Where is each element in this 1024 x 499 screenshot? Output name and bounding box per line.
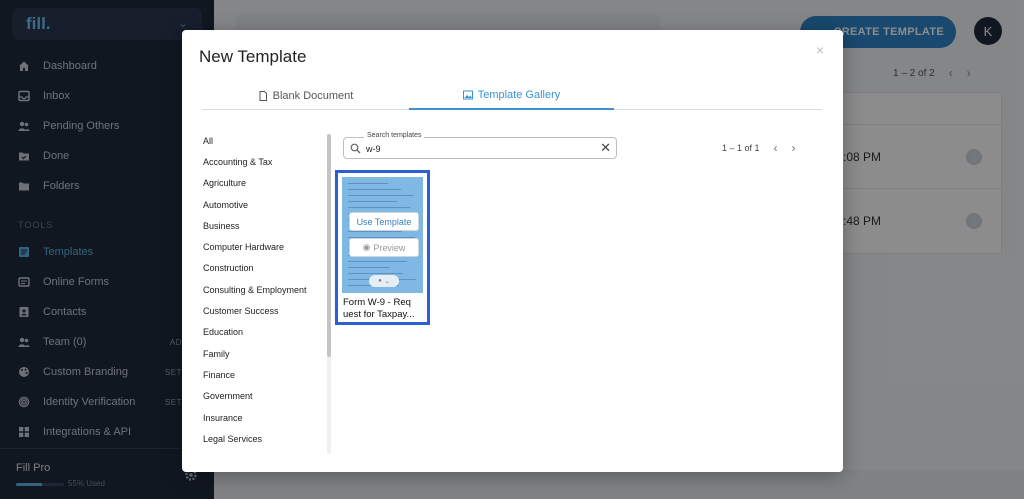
category-item[interactable]: Education (203, 322, 323, 343)
document-line (348, 273, 403, 274)
search-icon (350, 143, 361, 154)
document-line (348, 231, 402, 232)
preview-button[interactable]: ◉ Preview (349, 238, 419, 257)
use-template-button[interactable]: Use Template (349, 212, 419, 231)
chevron-down-icon: ⌄ (384, 278, 390, 285)
chevron-right-icon[interactable]: › (792, 141, 796, 155)
category-item[interactable]: Finance (203, 364, 323, 385)
category-item[interactable]: Government (203, 386, 323, 407)
document-line (348, 195, 414, 196)
clear-search-icon[interactable]: ✕ (600, 141, 611, 155)
category-item[interactable]: Customer Success (203, 300, 323, 321)
category-item[interactable]: Accounting & Tax (203, 151, 323, 172)
document-line (348, 267, 390, 268)
tab-bar: Blank Document Template Gallery (202, 82, 822, 110)
category-item[interactable]: All (203, 130, 323, 151)
new-template-dialog: New Template × Blank Document Template G… (182, 30, 843, 472)
category-scrollbar[interactable] (327, 134, 331, 454)
preview-label: Preview (373, 242, 406, 253)
template-name: Form W-9 - Req uest for Taxpay... (343, 297, 427, 321)
chevron-left-icon[interactable]: ‹ (774, 141, 778, 155)
document-line (348, 201, 397, 202)
tab-label: Template Gallery (477, 89, 561, 101)
document-line (348, 183, 388, 184)
owner-badge[interactable]: ● ⌄ (369, 275, 399, 287)
document-line (348, 189, 401, 190)
search-templates-input[interactable]: Search templates w-9 ✕ (343, 132, 617, 159)
category-list: All Accounting & Tax Agriculture Automotive… (203, 130, 323, 454)
category-item[interactable]: Construction (203, 258, 323, 279)
document-icon (259, 91, 267, 101)
document-line (348, 207, 410, 208)
category-item[interactable]: Family (203, 343, 323, 364)
category-item[interactable]: Consulting & Employment (203, 279, 323, 300)
template-name-line: Form W-9 - Req (343, 297, 411, 308)
tab-label: Blank Document (272, 90, 354, 102)
gallery-pager: 1 – 1 of 1 ‹ › (722, 141, 796, 155)
eye-icon: ◉ (362, 242, 371, 252)
category-item[interactable]: Computer Hardware (203, 236, 323, 257)
dialog-title: New Template (199, 47, 307, 66)
search-input-label: Search templates (364, 132, 425, 139)
category-item[interactable]: Automotive (203, 194, 323, 215)
category-item[interactable]: Business (203, 215, 323, 236)
template-name-line: uest for Taxpay... (343, 309, 415, 320)
category-item[interactable]: Legal Services (203, 428, 323, 449)
pager-label: 1 – 1 of 1 (722, 143, 760, 153)
category-item[interactable]: Agriculture (203, 173, 323, 194)
scrollbar-thumb[interactable] (327, 134, 331, 357)
category-item[interactable]: Logistics & Transportation (203, 449, 323, 454)
user-icon: ● (378, 278, 382, 284)
close-icon[interactable]: × (816, 42, 824, 58)
search-input-value: w-9 (366, 144, 381, 154)
tab-template-gallery[interactable]: Template Gallery (409, 82, 614, 110)
gallery-icon (462, 90, 473, 100)
category-item[interactable]: Insurance (203, 407, 323, 428)
template-thumbnail: Use Template ◉ Preview ● ⌄ (342, 177, 423, 293)
document-line (348, 261, 407, 262)
tab-blank-document[interactable]: Blank Document (202, 82, 409, 110)
template-card[interactable]: Use Template ◉ Preview ● ⌄ Form W-9 - Re… (335, 170, 430, 325)
